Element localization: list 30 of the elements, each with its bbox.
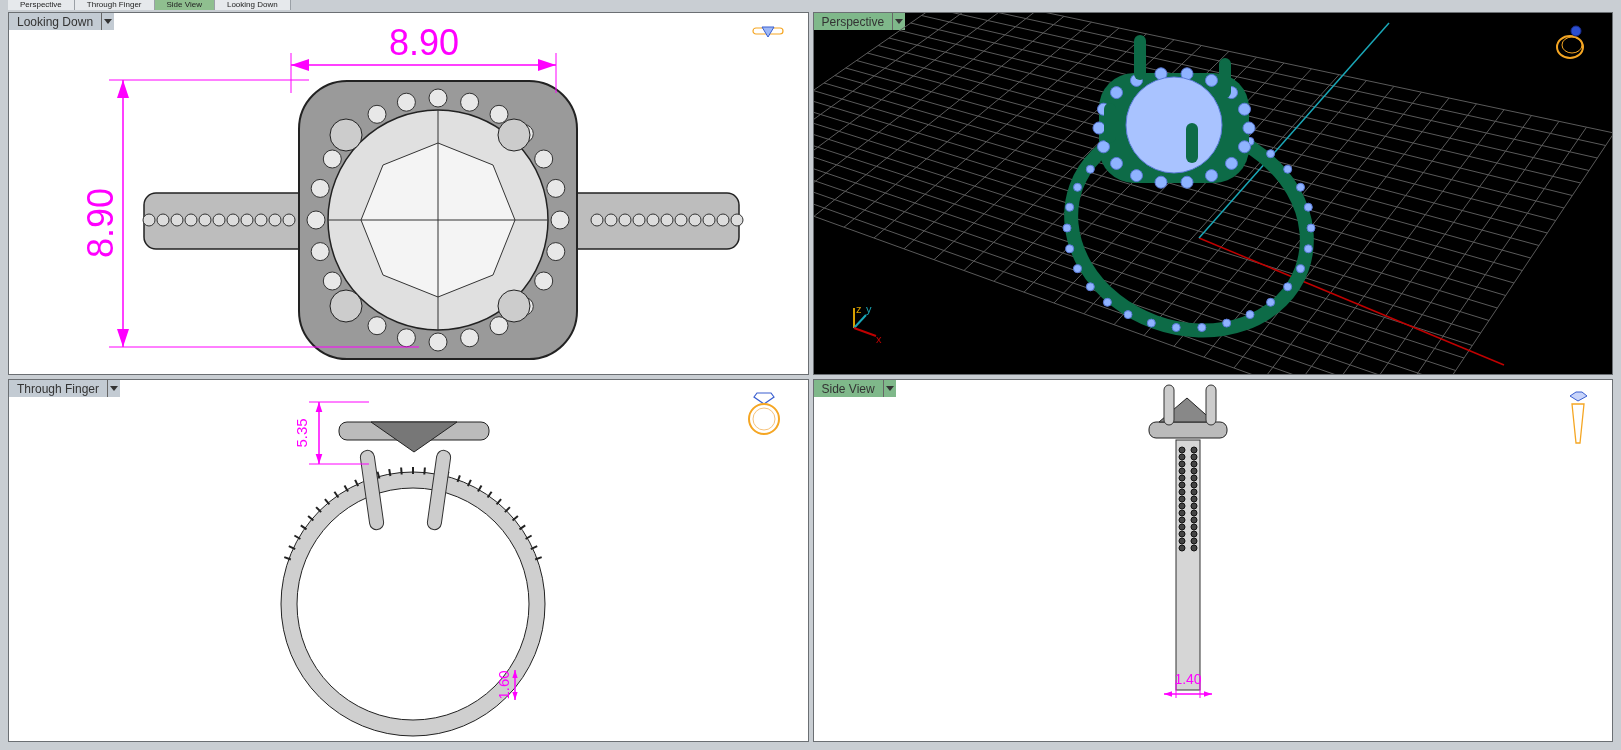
axis-label: z [855, 303, 861, 315]
view-tab[interactable]: Looking Down [214, 0, 291, 10]
dimension-line [512, 669, 518, 701]
dropdown-icon [885, 386, 894, 391]
dropdown-icon [895, 19, 904, 24]
dimension-value: 8.90 [80, 187, 121, 259]
axis-label: y [865, 303, 871, 315]
viewport[interactable]: Side View 1.40 [812, 379, 1613, 742]
view-tab[interactable]: Side View [154, 0, 215, 10]
ring-view-icon [751, 23, 784, 39]
dimension-line [1162, 691, 1213, 697]
dimension-value: 1.60 [495, 670, 512, 700]
viewport[interactable]: Through Finger 5.35 1.60 [8, 379, 809, 742]
dropdown-icon [104, 19, 113, 24]
viewport-title[interactable]: Side View [813, 380, 896, 397]
axis-icon [852, 307, 877, 337]
viewport-title[interactable]: Through Finger [9, 380, 121, 397]
axis-label: x [875, 333, 881, 345]
viewport-title[interactable]: Perspective [813, 13, 906, 30]
ring-view-icon [1568, 390, 1588, 446]
viewport-title[interactable]: Looking Down [9, 13, 115, 30]
viewport[interactable]: Looking Down 8.90 8.90 [8, 12, 809, 375]
dimension-line [315, 401, 323, 465]
view-tab[interactable]: Through Finger [74, 0, 155, 10]
dimension-value: 1.40 [1173, 671, 1202, 687]
dropdown-icon [110, 386, 119, 391]
viewport[interactable]: Perspective z y x [812, 12, 1613, 375]
dimension-value: 8.90 [388, 22, 460, 63]
view-tab[interactable]: Perspective [8, 0, 75, 10]
dimension-value: 5.35 [293, 418, 310, 448]
